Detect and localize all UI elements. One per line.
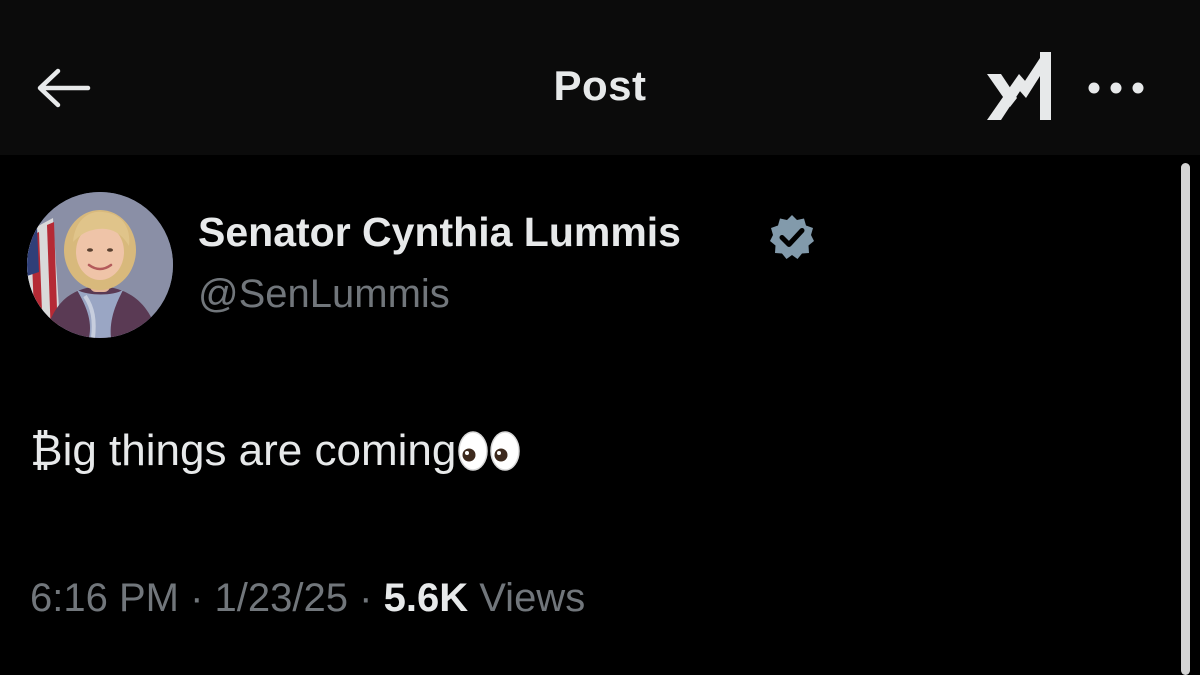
author-handle[interactable]: @SenLummis (198, 272, 450, 317)
scrollbar[interactable] (1181, 163, 1190, 675)
verified-badge-icon[interactable] (768, 213, 816, 261)
post-metadata: 6:16 PM · 1/23/25 · 5.6K Views (30, 576, 585, 621)
views-label[interactable]: Views (479, 576, 585, 620)
grok-icon[interactable] (984, 50, 1054, 122)
post-text: ₿ig things are coming (30, 426, 457, 475)
meta-separator: · (190, 576, 204, 620)
avatar[interactable] (27, 192, 173, 338)
post-date: 1/23/25 (214, 576, 349, 620)
meta-separator: · (359, 576, 373, 620)
more-options-icon[interactable] (1086, 80, 1146, 96)
eyes-icon (458, 431, 521, 471)
post-body: ₿ig things are coming (30, 426, 523, 476)
top-bar: Post (0, 0, 1200, 155)
author-display-name[interactable]: Senator Cynthia Lummis (198, 209, 681, 256)
post-time: 6:16 PM (30, 576, 179, 620)
views-count[interactable]: 5.6K (384, 576, 469, 620)
